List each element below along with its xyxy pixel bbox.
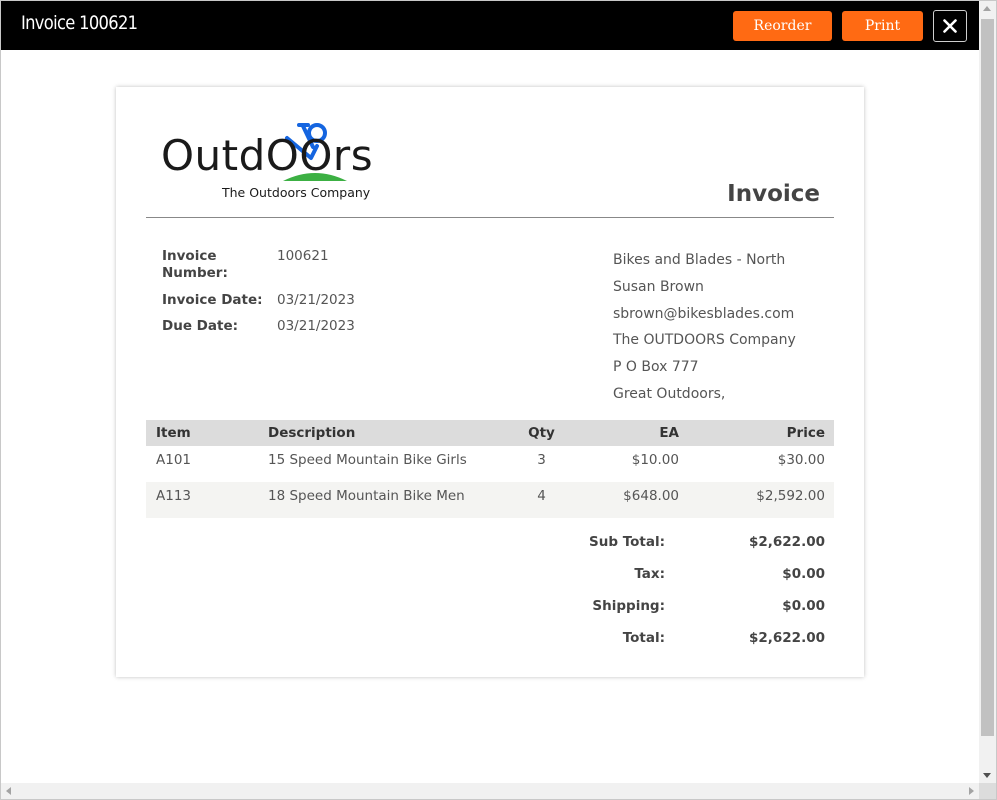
invoice-dialog: Invoice 100621 Reorder Print OutdOOrs Th… (0, 0, 997, 800)
logo-tagline: The Outdoors Company (222, 185, 371, 200)
shipping-value: $0.00 (782, 598, 825, 614)
address-line: Susan Brown (613, 278, 704, 295)
address-line: sbrown@bikesblades.com (613, 305, 795, 322)
item-cell: A101 (156, 452, 192, 468)
shipping-row: Shipping: $0.00 (525, 595, 825, 627)
column-header-ea: EA (659, 425, 679, 441)
column-header-description: Description (268, 425, 356, 441)
total-value: $2,622.00 (748, 630, 825, 646)
tax-row: Tax: $0.00 (525, 563, 825, 595)
vertical-scrollbar[interactable] (979, 1, 996, 783)
table-header: Item Description Qty EA Price (146, 420, 834, 446)
due-date-value: 03/21/2023 (277, 318, 355, 334)
description-cell: 15 Speed Mountain Bike Girls (268, 452, 467, 468)
invoice-heading: Invoice (727, 181, 820, 207)
print-button[interactable]: Print (842, 11, 923, 41)
address-line: P O Box 777 (613, 359, 699, 376)
ea-cell: $648.00 (623, 488, 679, 504)
column-header-item: Item (156, 425, 191, 441)
address-line: Great Outdoors, (613, 385, 726, 402)
close-icon (943, 19, 957, 33)
address-line: The OUTDOORS Company (613, 332, 796, 349)
totals-section: Sub Total: $2,622.00 Tax: $0.00 Shipping… (525, 531, 825, 659)
header-divider (146, 217, 834, 218)
dialog-titlebar: Invoice 100621 Reorder Print (1, 1, 979, 50)
horizontal-scrollbar[interactable] (1, 783, 979, 799)
close-button[interactable] (933, 10, 967, 42)
shipping-label: Shipping: (592, 598, 665, 614)
reorder-button[interactable]: Reorder (733, 11, 832, 41)
line-items-table: Item Description Qty EA Price A101 15 Sp… (146, 420, 834, 518)
item-cell: A113 (156, 488, 192, 504)
subtotal-row: Sub Total: $2,622.00 (525, 531, 825, 563)
scroll-right-arrow-icon[interactable] (969, 787, 974, 795)
scroll-down-arrow-icon[interactable] (983, 773, 991, 778)
scroll-up-arrow-icon[interactable] (983, 6, 991, 11)
invoice-document: OutdOOrs The Outdoors Company Invoice In… (116, 87, 864, 677)
qty-cell: 4 (537, 488, 546, 504)
subtotal-value: $2,622.00 (748, 534, 825, 550)
table-row: A101 15 Speed Mountain Bike Girls 3 $10.… (146, 446, 834, 482)
invoice-date-value: 03/21/2023 (277, 292, 355, 308)
scroll-left-arrow-icon[interactable] (6, 787, 11, 795)
total-label: Total: (622, 630, 665, 646)
column-header-qty: Qty (528, 425, 555, 441)
description-cell: 18 Speed Mountain Bike Men (268, 488, 465, 504)
ea-cell: $10.00 (631, 452, 679, 468)
bill-to-address: Bikes and Blades - North Susan Brown sbr… (613, 247, 796, 408)
table-row: A113 18 Speed Mountain Bike Men 4 $648.0… (146, 482, 834, 518)
address-line: Bikes and Blades - North (613, 252, 786, 268)
qty-cell: 3 (537, 452, 546, 468)
vertical-scroll-thumb[interactable] (981, 19, 994, 736)
logo-wordmark: OutdOOrs (161, 131, 374, 180)
scrollbar-corner (979, 783, 996, 799)
dialog-title: Invoice 100621 (21, 12, 138, 34)
invoice-number-label: Invoice Number: (162, 248, 228, 281)
invoice-number-value: 100621 (277, 248, 329, 264)
price-cell: $2,592.00 (756, 488, 825, 504)
price-cell: $30.00 (777, 452, 825, 468)
tax-value: $0.00 (782, 566, 825, 582)
invoice-date-label: Invoice Date: (162, 292, 263, 308)
column-header-price: Price (786, 425, 825, 441)
due-date-label: Due Date: (162, 318, 238, 334)
tax-label: Tax: (634, 566, 665, 582)
total-row: Total: $2,622.00 (525, 627, 825, 659)
subtotal-label: Sub Total: (589, 534, 665, 550)
company-logo: OutdOOrs The Outdoors Company (161, 119, 401, 203)
